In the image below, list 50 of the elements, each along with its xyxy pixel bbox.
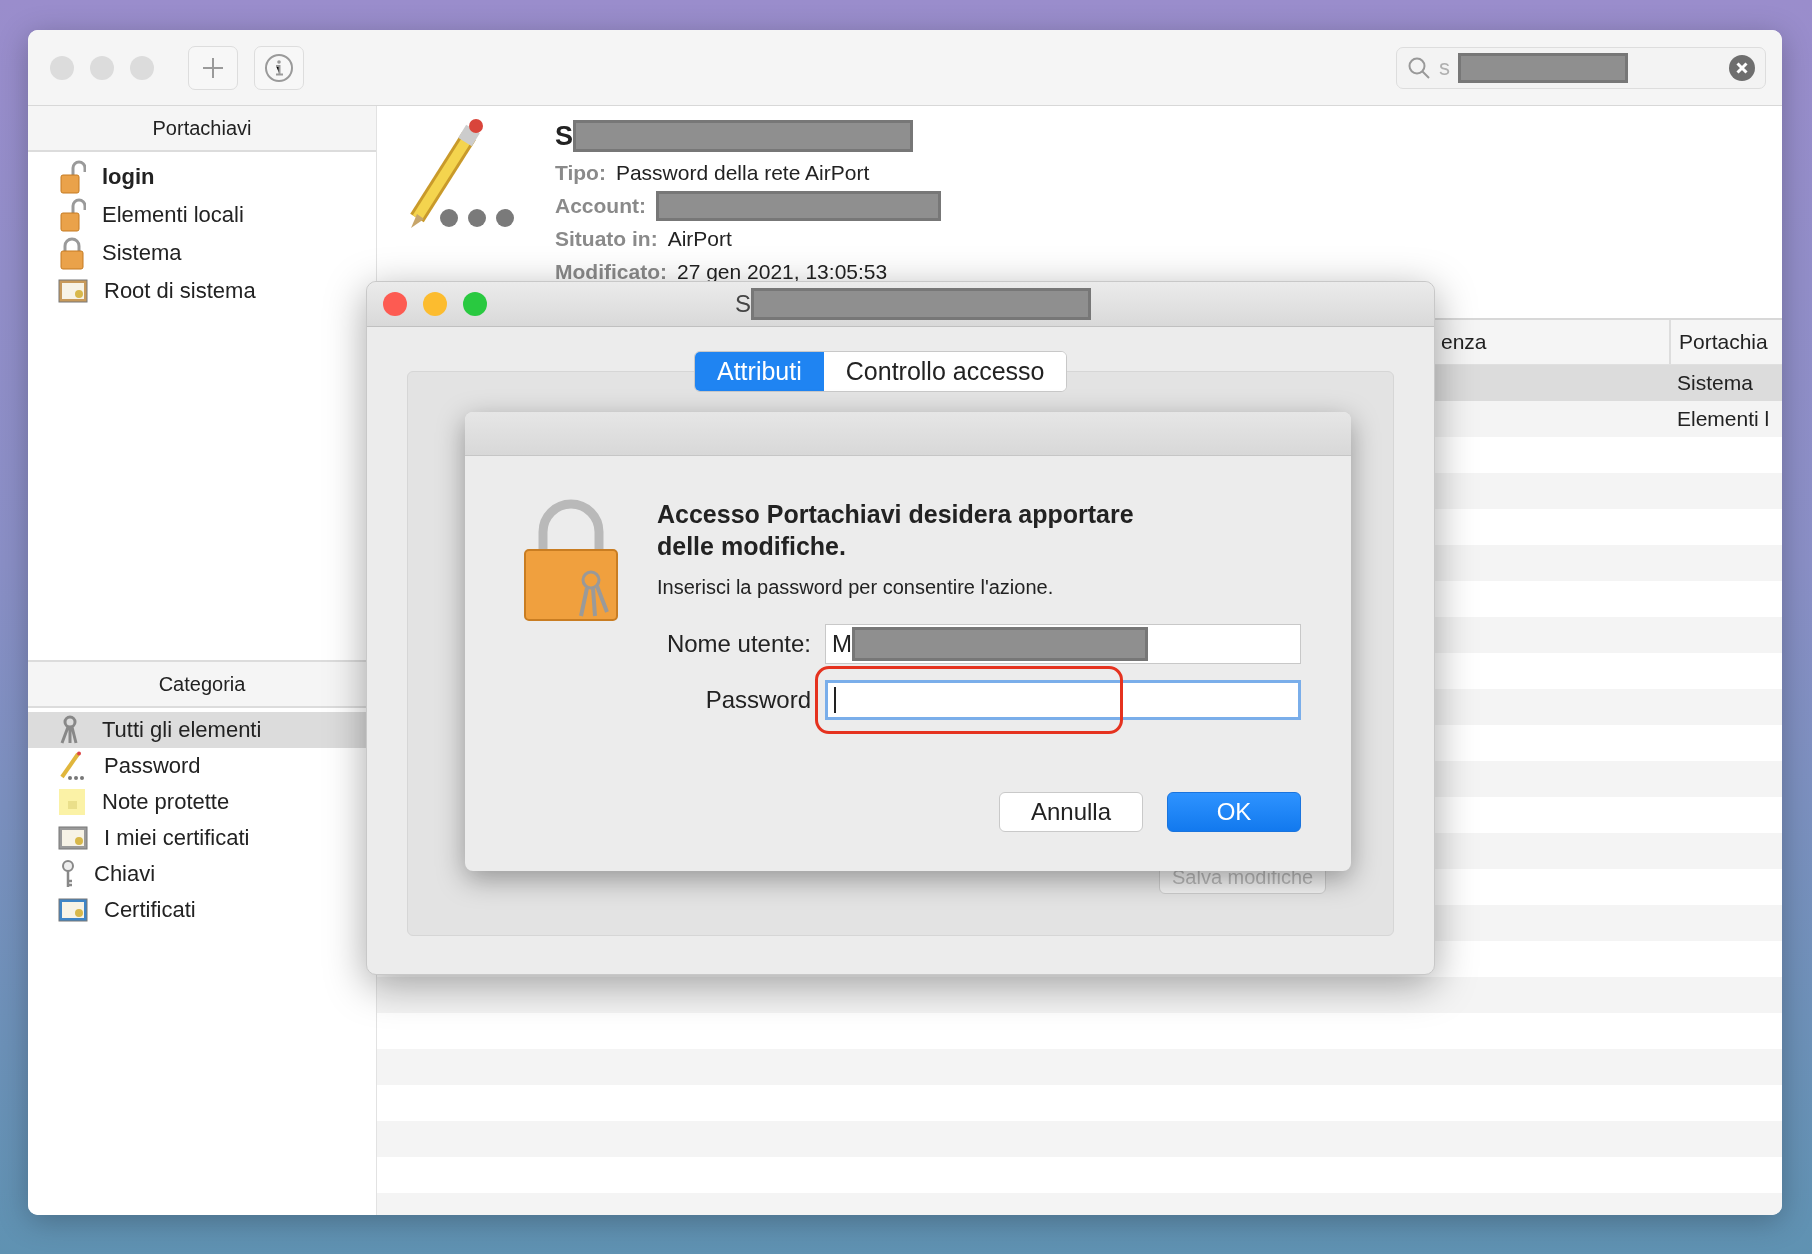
category-item[interactable]: Certificati [28, 892, 376, 928]
dialog-heading: Accesso Portachiavi desidera apportare delle modifiche. [657, 499, 1135, 562]
field-label: Password [704, 686, 811, 714]
zoom-button[interactable] [463, 292, 487, 316]
tab[interactable]: Attributi [695, 352, 824, 391]
zoom-button[interactable] [130, 55, 154, 80]
sidebar-header: Portachiavi [28, 106, 376, 152]
text-cursor [834, 687, 836, 713]
keychain-item[interactable]: login [28, 158, 376, 196]
dialog-message: Inserisci la password per consentire l'azione. [657, 576, 1055, 599]
note-icon [58, 788, 86, 816]
item-name: S [555, 120, 573, 152]
certificate-icon [58, 897, 88, 923]
column-header[interactable]: enza [1431, 320, 1669, 364]
info-icon [264, 52, 294, 83]
table-cell-text: Elementi l [1676, 406, 1771, 432]
field-value: AirPort [667, 226, 732, 251]
field-label: Tipo: [555, 160, 606, 185]
keychain-item[interactable]: Elementi locali [28, 196, 376, 234]
keychain-item[interactable]: Root di sistema [28, 272, 376, 310]
ok-button[interactable]: OK [1167, 792, 1301, 832]
certificate-stack-icon [58, 278, 88, 304]
category-item[interactable]: I miei certificati [28, 820, 376, 856]
open-padlock-icon [58, 160, 86, 194]
category-item[interactable]: Password [28, 748, 376, 784]
input-field[interactable]: M [825, 624, 1301, 664]
close-button[interactable] [383, 292, 407, 316]
category-item[interactable]: Note protette [28, 784, 376, 820]
minimize-button[interactable] [90, 55, 114, 80]
input-field[interactable] [825, 680, 1301, 720]
plus-icon [201, 55, 225, 80]
minimize-button[interactable] [423, 292, 447, 316]
field-label: Nome utente: [665, 630, 811, 658]
field-value: Password della rete AirPort [615, 160, 870, 185]
window-title: S [735, 290, 751, 318]
field-label: Account: [555, 193, 646, 218]
cancel-button[interactable]: Annulla [999, 792, 1143, 832]
category-item[interactable]: Chiavi [28, 856, 376, 892]
info-button[interactable] [254, 45, 304, 90]
field-label: Situato in: [555, 226, 658, 251]
clear-icon[interactable] [1729, 54, 1755, 81]
add-button[interactable] [188, 45, 238, 90]
table-cell-text: Sistema [1676, 370, 1754, 396]
field-label: Modificato: [555, 259, 667, 284]
certificate-icon [58, 825, 88, 851]
padlock-icon [58, 236, 86, 270]
search-icon [1407, 55, 1431, 80]
close-button[interactable] [50, 55, 74, 80]
keychain-item[interactable]: Sistema [28, 234, 376, 272]
open-padlock-icon [58, 198, 86, 232]
